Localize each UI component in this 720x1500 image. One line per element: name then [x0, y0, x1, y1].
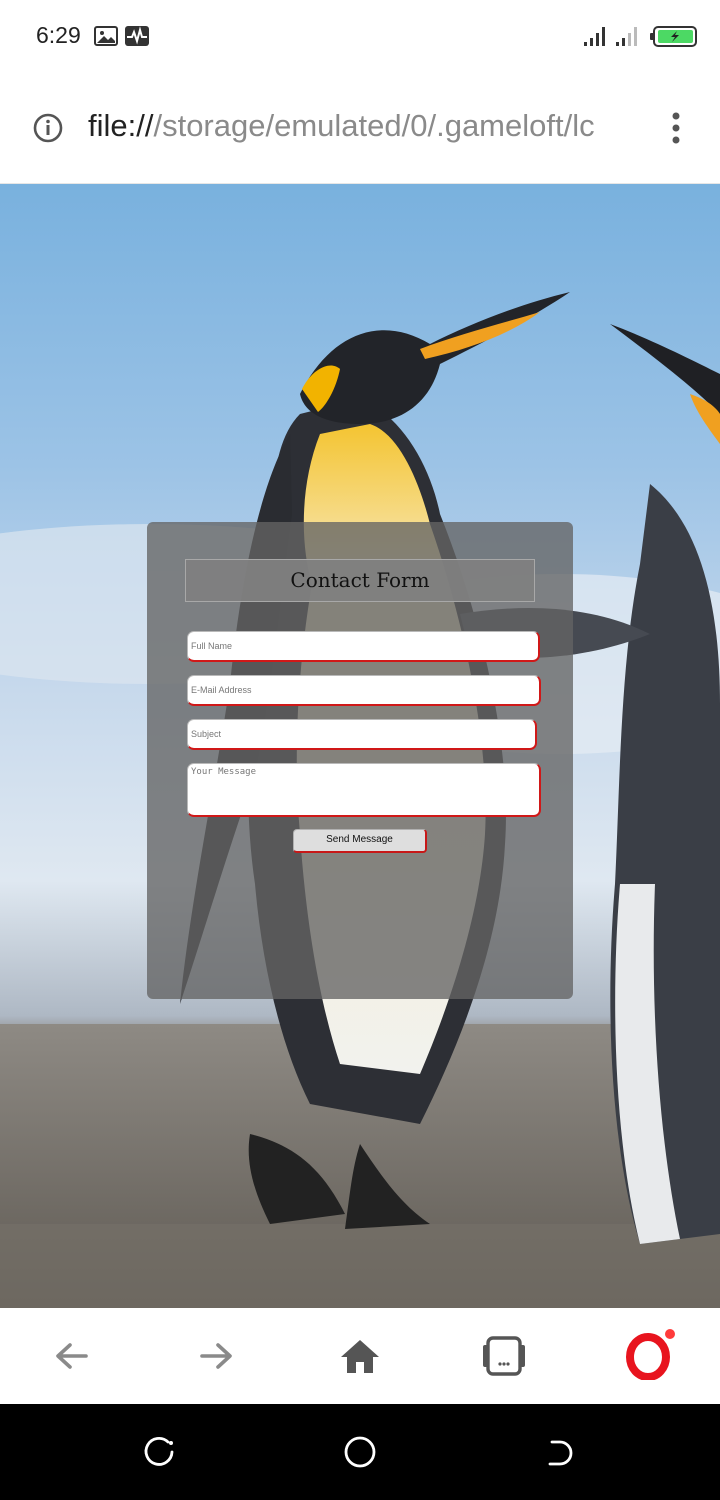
- form-title: Contact Form: [185, 559, 535, 602]
- full-name-input[interactable]: [187, 631, 540, 662]
- home-icon[interactable]: [338, 1336, 382, 1376]
- url-scheme: file://: [88, 108, 154, 143]
- activity-icon: [125, 26, 149, 46]
- status-time: 6:29: [36, 22, 81, 48]
- system-nav-bar: [0, 1404, 720, 1500]
- subject-input[interactable]: [187, 719, 537, 750]
- address-bar: file:///storage/emulated/0/.gameloft/lc: [0, 72, 720, 184]
- browser-bottom-bar: [0, 1308, 720, 1404]
- web-viewport: Contact Form Send Message: [0, 184, 720, 1308]
- back-arrow-icon[interactable]: [50, 1336, 94, 1376]
- back-icon[interactable]: [542, 1434, 578, 1470]
- image-icon: [94, 26, 118, 46]
- message-textarea[interactable]: [187, 763, 541, 817]
- signal-icon: [584, 27, 605, 46]
- info-icon[interactable]: [32, 112, 64, 144]
- url-field[interactable]: file:///storage/emulated/0/.gameloft/lc: [88, 108, 640, 152]
- send-message-button[interactable]: Send Message: [293, 829, 427, 853]
- recents-icon[interactable]: [142, 1434, 178, 1470]
- contact-form-panel: Contact Form Send Message: [147, 522, 573, 999]
- battery-charging-icon: [650, 26, 697, 47]
- status-bar: 6:29: [0, 0, 720, 72]
- url-path: /storage/emulated/0/.gameloft/lc: [153, 108, 595, 143]
- signal-weak-icon: [616, 27, 637, 46]
- tabs-icon[interactable]: [482, 1336, 526, 1376]
- email-input[interactable]: [187, 675, 541, 706]
- forward-arrow-icon[interactable]: [194, 1336, 238, 1376]
- more-vert-icon[interactable]: [664, 110, 688, 146]
- opera-logo-icon[interactable]: [624, 1328, 680, 1380]
- home-circle-icon[interactable]: [342, 1434, 378, 1470]
